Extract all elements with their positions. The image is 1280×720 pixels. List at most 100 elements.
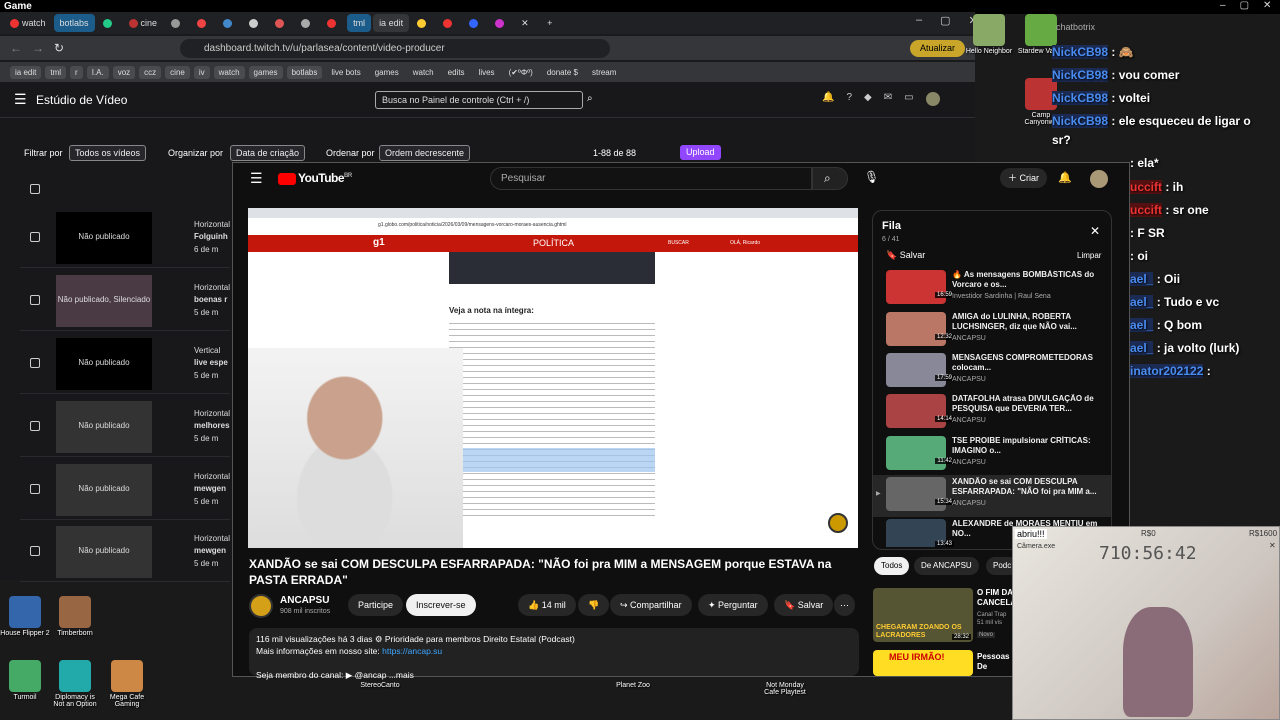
avatar[interactable] bbox=[925, 92, 940, 106]
close-icon[interactable]: ✕ bbox=[1090, 224, 1100, 238]
tab-favicon[interactable] bbox=[191, 14, 215, 32]
youtube-logo[interactable]: YouTubeBR bbox=[278, 171, 352, 185]
forward-icon[interactable]: → bbox=[32, 41, 44, 55]
table-row[interactable]: Não publicado Horizontal mewgen 5 de m bbox=[20, 522, 230, 582]
channel-avatar[interactable] bbox=[249, 594, 273, 618]
desktop-icon-house-flipper[interactable]: House Flipper 2 bbox=[0, 596, 50, 637]
tab-favicon[interactable] bbox=[489, 14, 513, 32]
help-icon[interactable]: ? bbox=[846, 92, 852, 108]
queue-item[interactable]: 17:59 MENSAGENS COMPROMETEDORAS colocam..… bbox=[886, 353, 1116, 393]
bookmark[interactable]: tml bbox=[45, 65, 67, 79]
tab-favicon[interactable] bbox=[437, 14, 461, 32]
subscribe-button[interactable]: Inscrever-se bbox=[406, 594, 476, 616]
row-checkbox[interactable] bbox=[30, 546, 40, 556]
row-checkbox[interactable] bbox=[30, 484, 40, 494]
channel-name[interactable]: ANCAPSU bbox=[280, 595, 329, 606]
create-button[interactable]: ＋ Criar bbox=[1000, 168, 1048, 188]
tab-favicon[interactable] bbox=[97, 14, 121, 32]
bell-icon[interactable]: 🔔 bbox=[1058, 171, 1072, 184]
tab-watch[interactable]: watch bbox=[4, 14, 52, 32]
menu-icon[interactable]: ☰ bbox=[250, 170, 263, 187]
minimize-icon[interactable]: – bbox=[916, 14, 922, 34]
bookmark[interactable]: (✔ºΦº) bbox=[504, 66, 538, 79]
queue-save-button[interactable]: 🔖 Salvar bbox=[886, 250, 925, 261]
bookmark[interactable]: r bbox=[70, 65, 83, 79]
mic-icon[interactable]: 🎙 bbox=[864, 170, 879, 184]
tab-favicon[interactable] bbox=[165, 14, 189, 32]
bookmark[interactable]: games bbox=[248, 65, 283, 79]
tab-favicon[interactable] bbox=[269, 14, 293, 32]
order-select[interactable]: Ordem decrescente bbox=[379, 145, 471, 161]
bookmark[interactable]: ia edit bbox=[10, 65, 42, 79]
bits-icon[interactable]: ◆ bbox=[864, 92, 872, 108]
search-icon[interactable]: ⌕ bbox=[587, 93, 593, 104]
bookmark[interactable]: cine bbox=[165, 65, 190, 79]
table-row[interactable]: Não publicado Horizontal mewgen 5 de m bbox=[20, 460, 230, 520]
inbox-icon[interactable]: ✉ bbox=[884, 92, 892, 108]
join-button[interactable]: Participe bbox=[348, 594, 404, 616]
queue-item[interactable]: 11:42 TSE PROIBE impulsionar CRÍTICAS: IM… bbox=[886, 436, 1116, 476]
queue-item-current[interactable]: 15:34 XANDÃO se sai COM DESCULPA ESFARRAP… bbox=[886, 477, 1116, 517]
maximize-icon[interactable]: ▢ bbox=[940, 14, 950, 34]
back-icon[interactable]: ← bbox=[10, 41, 22, 55]
tab-favicon[interactable] bbox=[243, 14, 267, 32]
desktop-icon-hello-neighbor[interactable]: Hello Neighbor bbox=[964, 14, 1014, 55]
bookmark[interactable]: ccz bbox=[139, 65, 162, 79]
row-title[interactable]: melhores bbox=[194, 421, 230, 430]
bookmark[interactable]: watch bbox=[408, 66, 439, 79]
row-title[interactable]: Folguinh bbox=[194, 232, 228, 241]
notification-icon[interactable]: 🔔 bbox=[822, 92, 834, 108]
video-description[interactable]: 116 mil visualizações há 3 dias ⚙ Priori… bbox=[249, 628, 859, 680]
ask-button[interactable]: ✦ Perguntar bbox=[698, 594, 768, 616]
bookmark[interactable]: stream bbox=[587, 66, 621, 79]
bookmark[interactable]: lives bbox=[474, 66, 500, 79]
queue-item[interactable]: 12:32 AMIGA do LULINHA, ROBERTA LUCHSINGE… bbox=[886, 312, 1116, 352]
tab-favicon[interactable] bbox=[463, 14, 487, 32]
like-button[interactable]: 👍 14 mil bbox=[518, 594, 576, 616]
filter-select[interactable]: Todos os vídeos bbox=[69, 145, 147, 161]
share-button[interactable]: ↪ Compartilhar bbox=[610, 594, 692, 616]
desktop-icon-not-monday[interactable]: Not Monday Cafe Playtest bbox=[760, 682, 810, 696]
queue-item[interactable]: 16:59 🔥 As mensagens BOMBÁSTICAS do Vorca… bbox=[886, 270, 1116, 310]
bookmark[interactable]: edits bbox=[443, 66, 470, 79]
table-row[interactable]: Não publicado Horizontal melhores 5 de m bbox=[20, 397, 230, 457]
row-title[interactable]: mewgen bbox=[194, 484, 226, 493]
bookmark[interactable]: botlabs bbox=[286, 65, 323, 79]
row-title[interactable]: boenas r bbox=[194, 295, 227, 304]
video-player[interactable]: g1.globo.com/politica/noticia/2026/03/09… bbox=[248, 208, 858, 548]
bookmark[interactable]: games bbox=[370, 66, 404, 79]
tab-favicon[interactable] bbox=[295, 14, 319, 32]
url-field[interactable]: dashboard.twitch.tv/u/parlasea/content/v… bbox=[180, 39, 610, 58]
reload-icon[interactable]: ↻ bbox=[54, 41, 64, 55]
avatar[interactable] bbox=[1090, 170, 1108, 188]
save-button[interactable]: 🔖 Salvar bbox=[774, 594, 834, 616]
dislike-button[interactable]: 👎 bbox=[578, 594, 610, 616]
tab-favicon[interactable] bbox=[217, 14, 241, 32]
rec-item[interactable]: CHEGARAM ZOANDO OS LACRADORES 28:32 O FIM… bbox=[873, 588, 1013, 642]
tab-tml[interactable]: tml bbox=[347, 14, 372, 32]
more-actions-button[interactable]: ⋯ bbox=[834, 594, 855, 616]
desktop-icon-diplomacy[interactable]: Diplomacy is Not an Option bbox=[50, 660, 100, 708]
bookmark[interactable]: I.A. bbox=[86, 65, 109, 79]
youtube-search-input[interactable]: Pesquisar bbox=[490, 167, 812, 190]
update-button[interactable]: Atualizar bbox=[910, 40, 965, 57]
row-checkbox[interactable] bbox=[30, 421, 40, 431]
maximize-icon[interactable]: ▢ bbox=[1240, 0, 1249, 11]
studio-search-input[interactable]: Busca no Painel de controle (Ctrl + /) bbox=[375, 91, 583, 109]
table-row[interactable]: Não publicado Horizontal Folguinh 6 de m bbox=[20, 208, 230, 268]
bookmark[interactable]: iv bbox=[193, 65, 210, 79]
select-all-checkbox[interactable] bbox=[30, 184, 40, 194]
queue-clear-button[interactable]: Limpar bbox=[1077, 251, 1101, 260]
desktop-icon-planet-zoo[interactable]: Planet Zoo bbox=[608, 682, 658, 689]
desktop-icon-stereocanto[interactable]: StereoCanto bbox=[355, 682, 405, 689]
chat-icon[interactable]: ▭ bbox=[904, 92, 913, 108]
desktop-icon-mega-cafe[interactable]: Mega Cafe Gaming bbox=[102, 660, 152, 708]
tab-botlabs[interactable]: botlabs bbox=[53, 14, 95, 32]
youtube-search-button[interactable]: ⌕ bbox=[812, 167, 848, 190]
table-row[interactable]: Não publicado, Silenciado Horizontal boena… bbox=[20, 271, 230, 331]
new-tab-button[interactable]: + bbox=[541, 14, 565, 32]
desktop-icon-turmoil[interactable]: Turmoil bbox=[0, 660, 50, 701]
upload-button[interactable]: Upload bbox=[680, 145, 721, 160]
bookmark[interactable]: live bots bbox=[326, 66, 365, 79]
desktop-icon-timberborn[interactable]: Timberborn bbox=[50, 596, 100, 637]
